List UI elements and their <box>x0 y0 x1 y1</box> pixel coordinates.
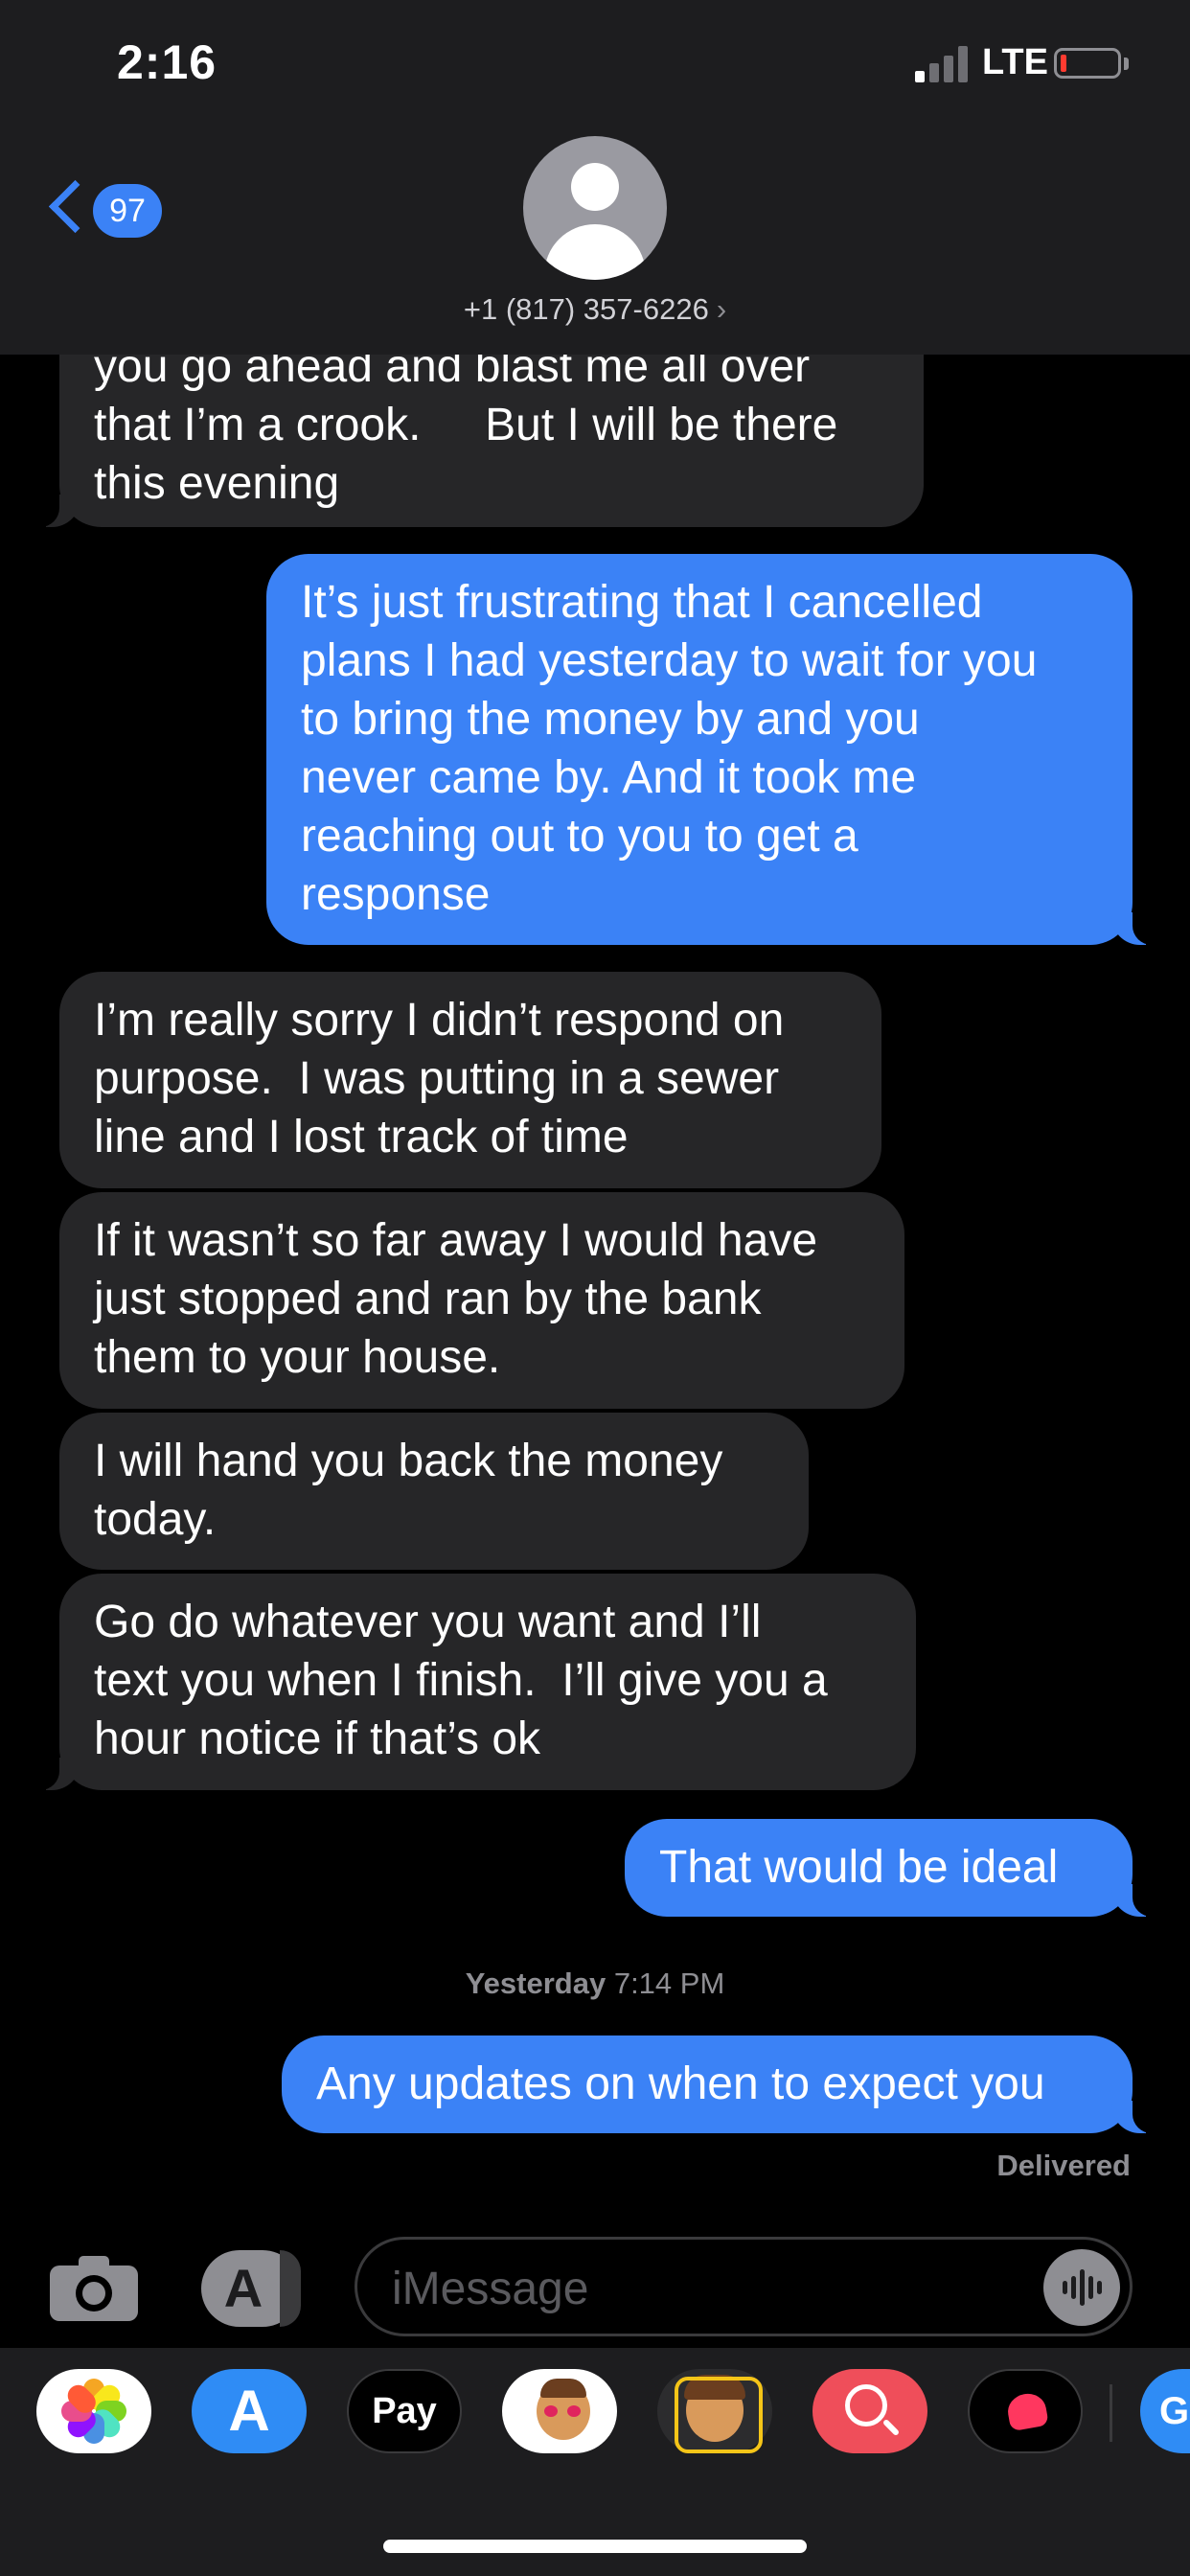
apple-pay-icon[interactable]: Pay <box>347 2369 462 2453</box>
message-bubble-incoming[interactable]: Go do whatever you want and I’ll text yo… <box>31 1574 916 1790</box>
memoji-icon[interactable] <box>657 2369 772 2453</box>
message-bubble-outgoing[interactable]: Any updates on when to expect you <box>282 2036 1161 2133</box>
contact-name[interactable]: +1 (817) 357-6226 › <box>0 292 1190 327</box>
message-bubble-outgoing[interactable]: That would be ideal <box>625 1819 1161 1917</box>
delivery-status: Delivered <box>996 2149 1131 2182</box>
digital-touch-icon[interactable] <box>968 2369 1083 2453</box>
home-indicator[interactable] <box>383 2540 807 2553</box>
message-bubble-incoming[interactable]: I’m really sorry I didn’t respond on pur… <box>59 972 881 1188</box>
message-bubble-outgoing[interactable]: It’s just frustrating that I cancelled p… <box>266 554 1161 945</box>
chevron-right-icon: › <box>716 292 727 326</box>
app-store-drawer-icon[interactable]: A <box>192 2369 307 2453</box>
status-bar: 2:16 LTE <box>0 0 1190 125</box>
message-timestamp: Yesterday 7:14 PM <box>465 1966 725 2000</box>
audio-waveform-icon[interactable] <box>1043 2249 1120 2326</box>
message-bubble-incoming[interactable]: I will hand you back the money today. <box>59 1413 809 1570</box>
message-bubble-incoming[interactable]: you go ahead and blast me all over that … <box>31 326 924 527</box>
unread-count-badge: 97 <box>93 184 162 238</box>
camera-icon[interactable] <box>50 2254 138 2321</box>
app-store-icon[interactable]: A <box>201 2250 301 2327</box>
contact-avatar-icon[interactable] <box>523 136 667 280</box>
message-input-placeholder: iMessage <box>392 2264 589 2314</box>
status-time: 2:16 <box>117 35 217 89</box>
message-bubble-incoming[interactable]: If it wasn’t so far away I would have ju… <box>59 1192 904 1409</box>
contact-number: +1 (817) 357-6226 <box>463 292 709 326</box>
memoji-stickers-icon[interactable] <box>502 2369 617 2453</box>
apple-pay-label: Pay <box>372 2391 437 2431</box>
network-type: LTE <box>982 42 1048 82</box>
back-button[interactable]: 97 <box>43 172 168 249</box>
cell-signal-icon <box>915 46 971 82</box>
web-search-icon[interactable] <box>812 2369 927 2453</box>
photos-icon[interactable] <box>36 2369 151 2453</box>
battery-icon <box>1054 48 1121 79</box>
message-input[interactable]: iMessage <box>355 2237 1133 2336</box>
conversation-header: 97 +1 (817) 357-6226 › <box>0 125 1190 355</box>
drawer-separator <box>1110 2384 1112 2442</box>
